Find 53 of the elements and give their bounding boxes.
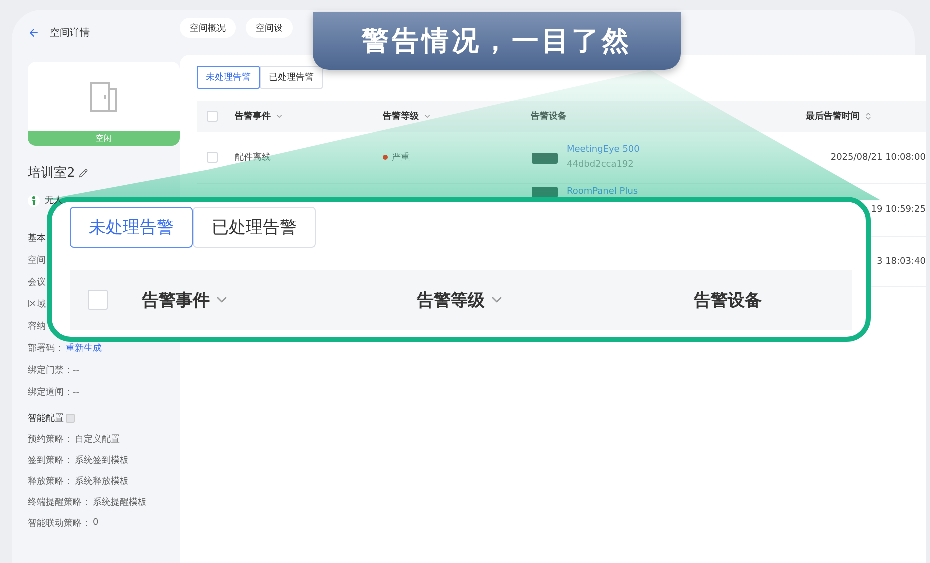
field-value: 系统释放模板 [75, 476, 129, 488]
checkbox[interactable] [88, 290, 108, 310]
device-id: 44dbd2cca192 [567, 160, 635, 170]
sort-icon[interactable] [864, 112, 873, 121]
field-label: 签到策略： [28, 454, 73, 466]
table-cell-text: 配件离线 [235, 152, 271, 164]
column-header[interactable]: 告警等级 [383, 110, 419, 123]
field-link[interactable]: 重新生成 [66, 342, 102, 354]
table-cell: 3 18:03:40 [876, 256, 926, 266]
table-cell-text: 严重 [392, 152, 410, 164]
callout-title: 警告情况，一目了然 [313, 12, 681, 70]
field-value: 自定义配置 [75, 434, 120, 446]
alert-tab[interactable]: 已处理告警 [193, 207, 316, 248]
section-title: 基本 [28, 232, 46, 244]
person-icon [28, 194, 40, 206]
field-label: 释放策略： [28, 476, 73, 488]
column-header[interactable]: 告警事件 [235, 110, 271, 123]
table-cell: 19 10:59:25 [871, 205, 926, 215]
field-value: 系统签到模板 [75, 454, 129, 466]
door-icon [89, 80, 119, 112]
room-name: 培训室2 [28, 165, 76, 182]
field-label: 绑定门禁：-- [28, 364, 80, 376]
page-title: 空间详情 [50, 26, 90, 40]
edit-icon[interactable] [79, 168, 88, 178]
chevron-icon[interactable] [275, 112, 284, 121]
field-label: 智能联动策略： [28, 518, 91, 530]
status-bar: 空闲 [28, 131, 180, 146]
field-label: 绑定道闸：-- [28, 386, 80, 398]
column-header[interactable]: 告警设备 [531, 110, 567, 123]
column-header[interactable]: 告警事件 [142, 288, 210, 312]
column-header[interactable]: 告警等级 [417, 288, 485, 312]
checkbox[interactable] [207, 152, 218, 163]
field-label: 预约策略： [28, 434, 73, 446]
nav-tab[interactable]: 空间设 [246, 18, 293, 38]
field-label: 会议 [28, 276, 46, 288]
back-icon[interactable] [28, 27, 40, 39]
checkbox[interactable] [207, 111, 218, 122]
column-header[interactable]: 最后告警时间 [806, 110, 860, 123]
table-cell: 2025/08/21 10:08:00 [830, 152, 926, 162]
field-label: 空间 [28, 254, 46, 266]
field-label: 终端提醒策略： [28, 496, 91, 508]
field-label: 区域 [28, 298, 46, 310]
field-label: 容纳 [28, 320, 46, 332]
alert-tab[interactable]: 未处理告警 [197, 66, 260, 89]
chevron-icon[interactable] [423, 112, 432, 121]
field-value: 0 [93, 518, 99, 528]
section-title: 智能配置 [28, 412, 64, 424]
alert-tab[interactable]: 已处理告警 [260, 66, 323, 89]
field-label: 部署码： [28, 342, 64, 354]
alert-tab[interactable]: 未处理告警 [70, 207, 193, 248]
column-header[interactable]: 告警设备 [694, 288, 762, 312]
field-value: 系统提醒模板 [93, 496, 147, 508]
nav-tab[interactable]: 空间概况 [180, 18, 236, 38]
